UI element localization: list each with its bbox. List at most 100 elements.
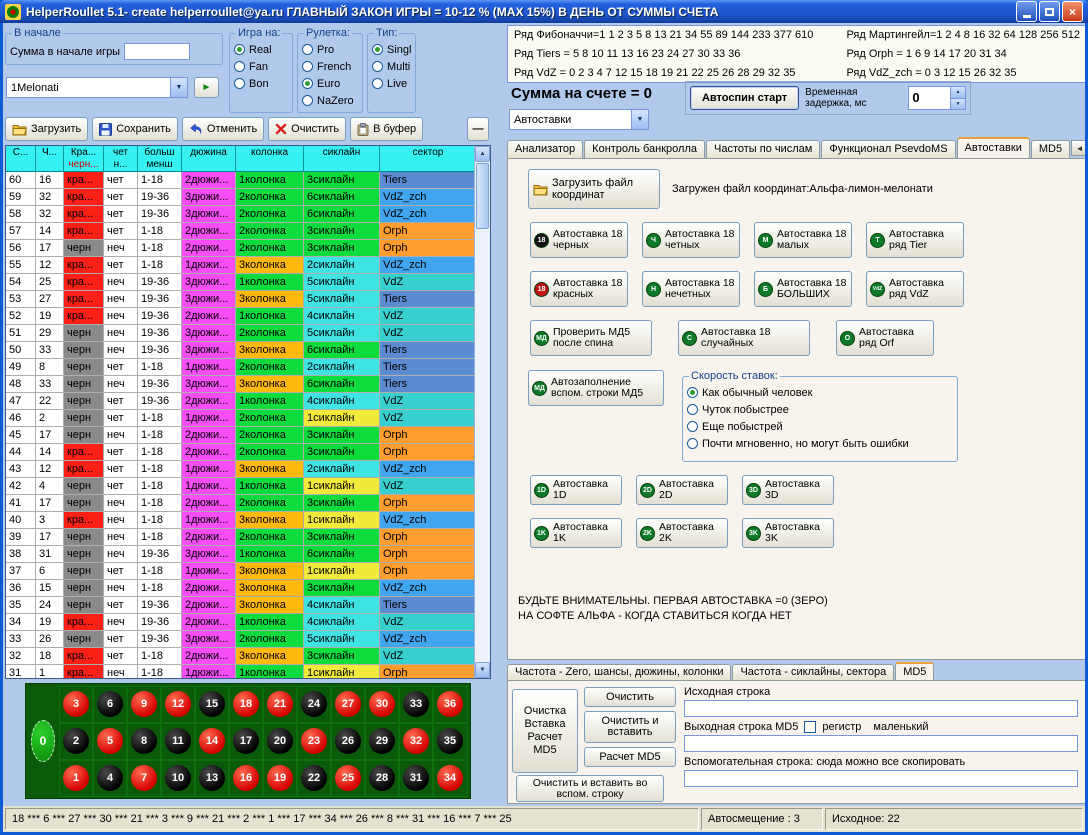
scroll-thumb[interactable] (476, 163, 489, 229)
profile-select[interactable]: 1Melonati ▼ (6, 77, 188, 98)
board-number-33[interactable]: 33 (399, 686, 433, 723)
md5-clear-button[interactable]: Очистить (584, 687, 676, 707)
md5-aux-input[interactable] (684, 770, 1078, 787)
radio-Bon[interactable]: Bon (234, 75, 288, 92)
table-row[interactable]: 5129черннеч19-363дюжи...2колонка5сиклайн… (6, 325, 490, 342)
tab-Автоставки[interactable]: Автоставки (957, 137, 1030, 158)
bottom-tab-Частота - Zero, шансы, дюжины, колонки[interactable]: Частота - Zero, шансы, дюжины, колонки (507, 664, 731, 680)
board-number-10[interactable]: 10 (161, 760, 195, 797)
board-number-30[interactable]: 30 (365, 686, 399, 723)
radio-Real[interactable]: Real (234, 41, 288, 58)
radio-Euro[interactable]: Euro (302, 75, 358, 92)
table-row[interactable]: 3615черннеч1-182дюжи...3колонка3сиклайнV… (6, 580, 490, 597)
spinner-down-button[interactable]: ▼ (951, 99, 965, 110)
board-number-8[interactable]: 8 (127, 723, 161, 760)
board-number-12[interactable]: 12 (161, 686, 195, 723)
autobets-select[interactable]: Автоставки ▼ (509, 109, 649, 130)
board-number-0[interactable]: 0 (27, 720, 59, 762)
column-header[interactable]: сектор (380, 146, 476, 172)
board-number-13[interactable]: 13 (195, 760, 229, 797)
table-row[interactable]: 3218кра...чет1-182дюжи...3колонка3сиклай… (6, 648, 490, 665)
table-row[interactable]: 5033черннеч19-363дюжи...3колонка6сиклайн… (6, 342, 490, 359)
table-row[interactable]: 5832кра...чет19-363дюжи...2колонка6сикла… (6, 206, 490, 223)
column-header[interactable]: колонка (236, 146, 304, 172)
table-row[interactable]: 4414кра...чет1-182дюжи...2колонка3сиклай… (6, 444, 490, 461)
column-header[interactable]: С... (6, 146, 36, 172)
table-row[interactable]: 5219кра...неч19-362дюжи...1колонка4сикла… (6, 308, 490, 325)
tab-MD5[interactable]: MD5 (1031, 140, 1070, 158)
board-number-29[interactable]: 29 (365, 723, 399, 760)
board-number-25[interactable]: 25 (331, 760, 365, 797)
table-row[interactable]: 498чернчет1-181дюжи...2колонка2сиклайнTi… (6, 359, 490, 376)
radio-Multi[interactable]: Multi (372, 58, 411, 75)
collapse-button[interactable]: — (467, 117, 489, 141)
register-checkbox[interactable] (804, 721, 816, 733)
autobet-button[interactable]: 2KАвтоставка 2K (636, 518, 728, 548)
autobet-button[interactable]: 18Автоставка 18 черных (530, 222, 628, 258)
md5-clear-paste-button[interactable]: Очистить и вставить (584, 711, 676, 743)
autobet-button[interactable]: ТАвтоставка ряд Tier (866, 222, 964, 258)
autospin-start-button[interactable]: Автоспин старт (690, 86, 799, 110)
autobet-button[interactable]: VdZАвтоставка ряд VdZ (866, 271, 964, 307)
load-coords-button[interactable]: Загрузить файл координат (528, 169, 660, 209)
save-button[interactable]: Сохранить (92, 117, 178, 141)
table-row[interactable]: 4833черннеч19-363дюжи...3колонка6сиклайн… (6, 376, 490, 393)
load-button[interactable]: Загрузить (5, 117, 88, 141)
spinner-up-button[interactable]: ▲ (951, 87, 965, 99)
radio-Чуток побыстрее[interactable]: Чуток побыстрее (687, 401, 953, 418)
board-number-22[interactable]: 22 (297, 760, 331, 797)
board-number-28[interactable]: 28 (365, 760, 399, 797)
board-number-36[interactable]: 36 (433, 686, 467, 723)
scroll-down-button[interactable]: ▼ (475, 662, 490, 678)
board-number-24[interactable]: 24 (297, 686, 331, 723)
autobet-button[interactable]: НАвтоставка 18 нечетных (642, 271, 740, 307)
board-number-17[interactable]: 17 (229, 723, 263, 760)
radio-Почти мгновенно, но могут быть ошибки[interactable]: Почти мгновенно, но могут быть ошибки (687, 435, 953, 452)
clear-button[interactable]: Очистить (268, 117, 346, 141)
board-number-9[interactable]: 9 (127, 686, 161, 723)
board-number-11[interactable]: 11 (161, 723, 195, 760)
table-row[interactable]: 4517черннеч1-182дюжи...2колонка3сиклайнO… (6, 427, 490, 444)
column-header[interactable]: большменш (138, 146, 182, 172)
autobet-button[interactable]: 18Автоставка 18 красных (530, 271, 628, 307)
minimize-button[interactable] (1016, 1, 1037, 22)
tab-Частоты по числам[interactable]: Частоты по числам (706, 140, 820, 158)
tab-Анализатор[interactable]: Анализатор (507, 140, 583, 158)
board-number-32[interactable]: 32 (399, 723, 433, 760)
md5-output-input[interactable] (684, 735, 1078, 752)
table-row[interactable]: 3831черннеч19-363дюжи...1колонка6сиклайн… (6, 546, 490, 563)
board-number-26[interactable]: 26 (331, 723, 365, 760)
column-header[interactable]: четн... (104, 146, 138, 172)
board-number-5[interactable]: 5 (93, 723, 127, 760)
close-button[interactable]: × (1062, 1, 1083, 22)
board-number-27[interactable]: 27 (331, 686, 365, 723)
board-number-21[interactable]: 21 (263, 686, 297, 723)
radio-Live[interactable]: Live (372, 75, 411, 92)
board-number-7[interactable]: 7 (127, 760, 161, 797)
radio-NaZero[interactable]: NaZero (302, 92, 358, 109)
radio-Как обычный человек[interactable]: Как обычный человек (687, 384, 953, 401)
radio-French[interactable]: French (302, 58, 358, 75)
board-number-3[interactable]: 3 (59, 686, 93, 723)
column-header[interactable]: дюжина (182, 146, 236, 172)
board-number-31[interactable]: 31 (399, 760, 433, 797)
autobet-button[interactable]: 1KАвтоставка 1K (530, 518, 622, 548)
autobet-button[interactable]: 3DАвтоставка 3D (742, 475, 834, 505)
table-scrollbar[interactable]: ▲ ▼ (474, 146, 490, 678)
table-row[interactable]: 5932кра...чет19-363дюжи...2колонка6сикла… (6, 189, 490, 206)
radio-Fan[interactable]: Fan (234, 58, 288, 75)
autobet-button[interactable]: БАвтоставка 18 БОЛЬШИХ (754, 271, 852, 307)
chevron-down-icon[interactable]: ▼ (631, 110, 648, 129)
board-number-4[interactable]: 4 (93, 760, 127, 797)
maximize-button[interactable] (1039, 1, 1060, 22)
bottom-tab-Частота - сиклайны, сектора[interactable]: Частота - сиклайны, сектора (732, 664, 894, 680)
table-row[interactable]: 5617черннеч1-182дюжи...2колонка3сиклайнO… (6, 240, 490, 257)
table-row[interactable]: 3524чернчет19-362дюжи...3колонка4сиклайн… (6, 597, 490, 614)
tabs-scroll-left-icon[interactable]: ◄ (1071, 140, 1085, 156)
table-row[interactable]: 311кра...неч1-181дюжи...1колонка1сиклайн… (6, 665, 490, 678)
autobet-button[interactable]: ЧАвтоставка 18 четных (642, 222, 740, 258)
tab-Контроль банкролла[interactable]: Контроль банкролла (584, 140, 705, 158)
board-number-35[interactable]: 35 (433, 723, 467, 760)
table-row[interactable]: 424чернчет1-181дюжи...1колонка1сиклайнVd… (6, 478, 490, 495)
radio-Pro[interactable]: Pro (302, 41, 358, 58)
